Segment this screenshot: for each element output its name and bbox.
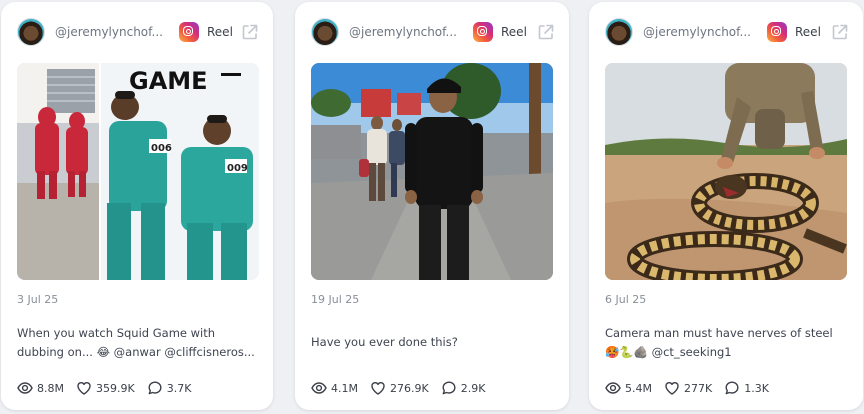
views-stat: 8.8M (17, 380, 64, 396)
comment-icon (442, 381, 456, 395)
eye-icon (17, 382, 33, 394)
instagram-icon (179, 22, 199, 42)
thumbnail-overlay-text: GAME (129, 67, 208, 95)
comments-stat: 3.7K (147, 380, 192, 396)
post-card[interactable]: @jeremylynchof... Reel (1, 2, 273, 410)
views-stat: 5.4M (605, 380, 652, 396)
comments-count: 3.7K (166, 381, 192, 395)
eye-icon (311, 382, 327, 394)
engagement-stats: 5.4M 277K 1.3K (605, 379, 781, 397)
post-thumbnail[interactable]: GAME 006 009 (17, 63, 259, 280)
avatar[interactable] (605, 18, 633, 46)
engagement-stats: 4.1M 276.9K 2.9K (311, 379, 497, 397)
views-count: 5.4M (625, 381, 652, 395)
avatar[interactable] (17, 18, 45, 46)
external-link-icon[interactable] (537, 23, 555, 41)
post-date: 19 Jul 25 (311, 293, 360, 306)
likes-count: 277K (683, 381, 713, 395)
post-type-label: Reel (207, 25, 233, 39)
thumbnail-image (311, 63, 553, 280)
comments-count: 2.9K (460, 381, 486, 395)
post-date: 6 Jul 25 (605, 293, 647, 306)
engagement-stats: 8.8M 359.9K 3.7K (17, 379, 203, 397)
heart-icon (371, 382, 385, 395)
eye-icon (605, 382, 621, 394)
post-card[interactable]: @jeremylynchof... Reel (589, 2, 863, 410)
views-count: 4.1M (331, 381, 358, 395)
comments-stat: 1.3K (724, 380, 769, 396)
likes-stat: 276.9K (370, 380, 429, 396)
thumbnail-image: GAME 006 009 (17, 63, 259, 280)
external-link-icon[interactable] (241, 23, 259, 41)
jersey-number: 006 (151, 143, 172, 154)
jersey-number: 009 (227, 163, 248, 174)
post-date: 3 Jul 25 (17, 293, 59, 306)
card-header: @jeremylynchof... Reel (17, 18, 259, 48)
likes-stat: 277K (664, 380, 712, 396)
account-handle[interactable]: @jeremylynchof... (349, 25, 461, 39)
post-type-label: Reel (795, 25, 821, 39)
card-header: @jeremylynchof... Reel (311, 18, 555, 48)
post-caption: Have you ever done this? (311, 335, 458, 349)
external-link-icon[interactable] (831, 23, 849, 41)
post-card[interactable]: @jeremylynchof... Reel (295, 2, 569, 410)
likes-count: 276.9K (389, 381, 429, 395)
comment-icon (725, 381, 739, 395)
views-stat: 4.1M (311, 380, 358, 396)
instagram-icon (767, 22, 787, 42)
likes-count: 359.9K (95, 381, 135, 395)
account-handle[interactable]: @jeremylynchof... (55, 25, 167, 39)
comments-stat: 2.9K (441, 380, 486, 396)
comments-count: 1.3K (744, 381, 769, 395)
avatar[interactable] (311, 18, 339, 46)
views-count: 8.8M (37, 381, 64, 395)
instagram-icon (473, 22, 493, 42)
post-caption: Camera man must have nerves of steel 🥵🐍🪨… (605, 326, 833, 359)
heart-icon (665, 382, 679, 395)
post-type-label: Reel (501, 25, 527, 39)
heart-icon (77, 382, 91, 395)
likes-stat: 359.9K (76, 380, 135, 396)
thumbnail-image (605, 63, 847, 280)
post-caption: When you watch Squid Game with dubbing o… (17, 326, 255, 359)
account-handle[interactable]: @jeremylynchof... (643, 25, 755, 39)
card-header: @jeremylynchof... Reel (605, 18, 849, 48)
post-thumbnail[interactable] (605, 63, 847, 280)
post-thumbnail[interactable] (311, 63, 553, 280)
comment-icon (148, 381, 162, 395)
